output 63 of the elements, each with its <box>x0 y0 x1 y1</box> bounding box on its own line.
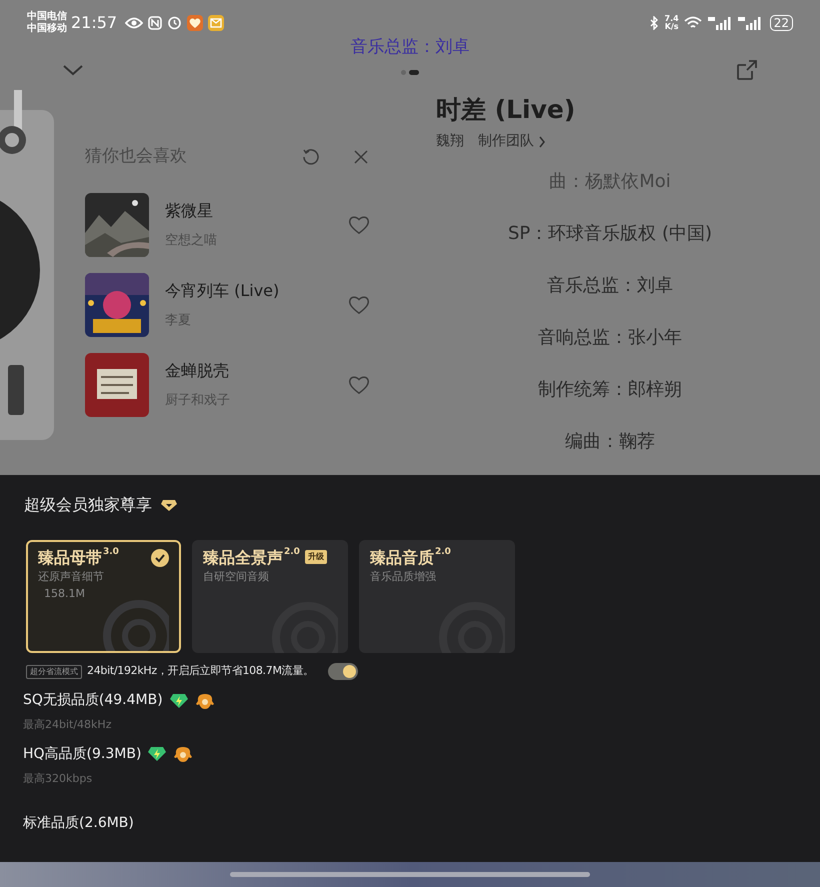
dog-icon <box>194 692 215 710</box>
quality-option[interactable]: 标准品质(2.6MB) <box>23 813 796 834</box>
version-label: 3.0 <box>103 547 119 557</box>
battery-indicator: 22 <box>770 14 793 30</box>
card-subtitle: 自研空间音频 <box>203 569 270 585</box>
carrier-name: 中国电信 <box>27 10 67 22</box>
heart-icon[interactable] <box>348 295 370 315</box>
mail-app-icon <box>208 14 224 30</box>
saver-description: 24bit/192kHz，开启后立即节省108.7M流量。 <box>87 663 314 680</box>
eye-icon <box>125 16 144 28</box>
quality-detail: 最高320kbps <box>23 770 94 786</box>
card-size: 158.1M <box>44 586 86 602</box>
credit-line: 曲：杨默依Moi <box>549 170 671 194</box>
check-icon <box>151 549 169 567</box>
quality-title: SQ无损品质(49.4MB) <box>23 691 163 710</box>
version-label: 2.0 <box>284 547 300 557</box>
sheet-title: 超级会员独家尊享 <box>24 494 152 516</box>
nfc-icon <box>148 16 162 30</box>
gem-icon <box>168 692 189 708</box>
bluetooth-icon <box>648 16 659 30</box>
network-speed: 7.4 <box>664 14 679 22</box>
chevron-right-icon <box>538 136 546 148</box>
gem-icon <box>147 746 168 762</box>
heart-icon[interactable] <box>348 375 370 395</box>
wifi-icon <box>684 16 702 30</box>
lyric-preview: 音乐总监：刘卓 <box>350 36 470 59</box>
credit-line: SP：环球音乐版权 (中国) <box>508 222 712 246</box>
close-icon[interactable] <box>353 149 369 165</box>
refresh-icon[interactable] <box>302 148 320 166</box>
signal-icon <box>738 16 762 30</box>
heart-icon[interactable] <box>348 215 370 235</box>
quality-detail: 最高24bit/48kHz <box>23 717 112 733</box>
card-subtitle: 还原声音细节 <box>38 569 105 585</box>
song-title: 紫微星 <box>165 200 214 222</box>
card-title: 臻品全景声 <box>203 547 283 569</box>
card-title: 臻品音质 <box>370 547 434 569</box>
heart-app-icon <box>187 14 204 30</box>
credit-line: 制作统筹：郎梓朔 <box>538 378 682 402</box>
saver-toggle[interactable] <box>328 663 358 680</box>
share-icon[interactable] <box>736 59 758 81</box>
clock-time: 21:57 <box>71 12 118 34</box>
credit-line: 音乐总监：刘卓 <box>547 274 673 298</box>
upgrade-badge: 升级 <box>304 550 327 564</box>
signal-icon <box>708 16 732 30</box>
song-title: 今宵列车 (Live) <box>165 280 280 302</box>
carrier-name: 中国移动 <box>27 22 67 34</box>
credit-line: 编曲：鞠荐 <box>565 430 655 454</box>
quality-title: HQ高品质(9.3MB) <box>23 744 142 764</box>
alarm-icon <box>167 15 182 30</box>
quality-title: 标准品质(2.6MB) <box>23 814 134 833</box>
network-speed-unit: K/s <box>664 22 679 30</box>
card-title: 臻品母带 <box>38 547 102 569</box>
diamond-icon <box>160 498 178 512</box>
quality-option[interactable]: SQ无损品质(49.4MB) 最高24bit/48kHz <box>23 690 796 734</box>
collapse-chevron-icon[interactable] <box>62 64 84 76</box>
card-subtitle: 音乐品质增强 <box>370 569 437 585</box>
saver-tag: 超分省流模式 <box>26 664 82 678</box>
song-title: 金蝉脱壳 <box>165 360 230 382</box>
credit-line: 音响总监：张小年 <box>538 326 682 350</box>
dog-icon <box>173 745 194 763</box>
quality-option[interactable]: HQ高品质(9.3MB) 最高320kbps <box>23 744 796 787</box>
song-title-heading: 时差 (Live) <box>436 95 576 125</box>
version-label: 2.0 <box>435 547 451 557</box>
